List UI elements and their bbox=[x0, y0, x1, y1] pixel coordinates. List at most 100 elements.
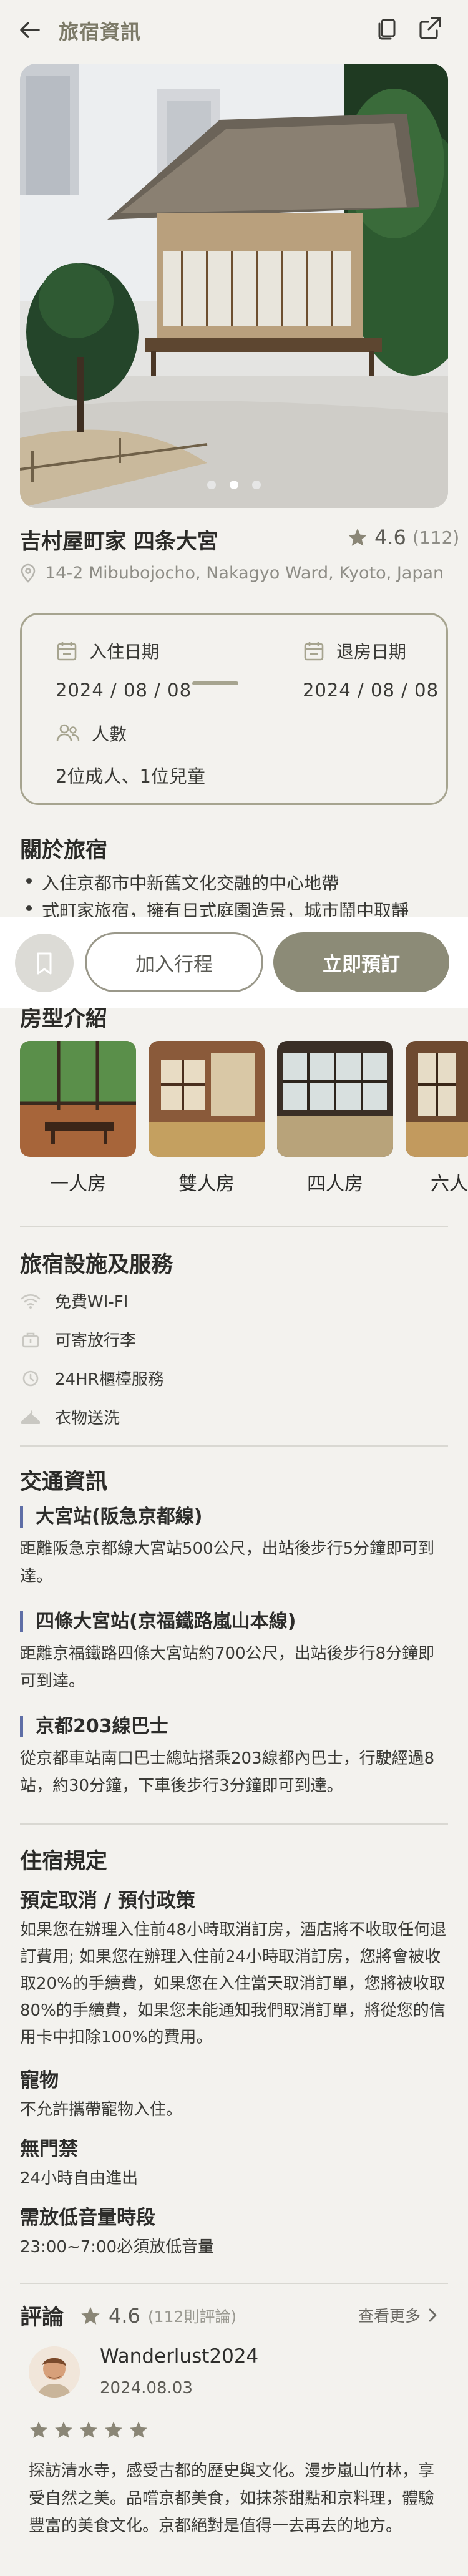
rule-desc: 24小時自由進出 bbox=[20, 2169, 139, 2188]
checkout-value[interactable]: 2024 / 08 / 08 bbox=[303, 680, 439, 701]
share-icon[interactable] bbox=[417, 15, 443, 41]
carousel-dot[interactable] bbox=[252, 481, 261, 489]
guests-field[interactable]: 人數 bbox=[56, 721, 127, 746]
review-text: 探訪清水寺，感受古都的歷史與文化。漫步嵐山竹林，享受自然之美。品嚐京都美食，如抹… bbox=[29, 2462, 435, 2535]
review-date: 2024.08.03 bbox=[100, 2379, 193, 2398]
add-to-itinerary-button[interactable]: 加入行程 bbox=[85, 932, 263, 992]
facility-item: 免費WI-FI bbox=[20, 1289, 128, 1312]
room-card[interactable]: 雙人房 bbox=[149, 1041, 265, 1196]
star-icon bbox=[105, 2421, 122, 2438]
carousel-dot[interactable] bbox=[207, 481, 216, 489]
carousel-dot-active[interactable] bbox=[230, 481, 238, 489]
bookmark-icon bbox=[37, 952, 52, 975]
facility-label: 24HR櫃檯服務 bbox=[55, 1370, 164, 1389]
reviews-title: 評論 bbox=[20, 2305, 64, 2330]
star-icon bbox=[81, 2306, 100, 2325]
rule-desc: 如果您在辦理入住前48小時取消訂房，酒店將不收取任何退訂費用; 如果您在辦理入住… bbox=[20, 1921, 447, 2047]
room-photo bbox=[277, 1041, 393, 1157]
reviews-header: 評論 4.6 (112則評論) bbox=[20, 2300, 236, 2331]
room-name: 一人房 bbox=[50, 1173, 106, 1195]
divider bbox=[20, 1226, 448, 1227]
calendar-icon bbox=[57, 642, 77, 661]
transport-title: 交通資訊 bbox=[20, 1470, 108, 1495]
star-icon bbox=[80, 2421, 97, 2438]
checkin-field[interactable]: 入住日期 bbox=[56, 638, 159, 663]
page-title: 旅宿資訊 bbox=[59, 20, 142, 44]
room-photo bbox=[149, 1041, 265, 1157]
calendar-icon bbox=[304, 642, 324, 661]
divider bbox=[20, 1445, 448, 1447]
room-photo bbox=[20, 1041, 136, 1157]
about-item: 入住京都市中新舊文化交融的中心地帶 bbox=[26, 870, 339, 895]
rating-count: (112) bbox=[412, 527, 460, 548]
room-card[interactable]: 一人房 bbox=[20, 1041, 136, 1196]
checkout-label: 退房日期 bbox=[336, 642, 407, 662]
bookmark-button[interactable] bbox=[15, 934, 74, 992]
carousel-indicator bbox=[0, 481, 468, 493]
room-name: 四人房 bbox=[307, 1173, 363, 1195]
transport-station-name: 大宮站(阪急京都線) bbox=[20, 1506, 202, 1528]
facility-item: 24HR櫃檯服務 bbox=[20, 1367, 164, 1390]
transport-station-desc: 距離阪急京都線大宮站500公尺，出站後步行5分鐘即可到達。 bbox=[20, 1539, 435, 1586]
transport-station-name: 四條大宮站(京福鐵路嵐山本線) bbox=[20, 1611, 296, 1632]
rating-value: 4.6 bbox=[374, 525, 406, 549]
see-more-label: 查看更多 bbox=[358, 2307, 421, 2325]
facility-label: 可寄放行李 bbox=[55, 1332, 137, 1350]
rule-name: 寵物 bbox=[20, 2069, 59, 2092]
hotel-rating[interactable]: 4.6 (112) bbox=[347, 525, 459, 549]
rules-title: 住宿規定 bbox=[20, 1849, 108, 1874]
checkin-value[interactable]: 2024 / 08 / 08 bbox=[56, 680, 192, 701]
room-name: 雙人房 bbox=[178, 1173, 235, 1195]
guests-value[interactable]: 2位成人、1位兒童 bbox=[56, 762, 205, 788]
room-photo bbox=[406, 1041, 468, 1157]
divider bbox=[20, 2283, 448, 2284]
chevron-right-icon bbox=[429, 2308, 437, 2322]
checkin-label: 入住日期 bbox=[89, 642, 160, 662]
divider bbox=[20, 1823, 448, 1825]
rule-desc: 不允許攜帶寵物入住。 bbox=[20, 2100, 183, 2119]
checkout-field[interactable]: 退房日期 bbox=[303, 638, 406, 663]
rule-name: 預定取消 / 預付政策 bbox=[20, 1890, 195, 1912]
room-type-list[interactable]: 一人房 雙人房 四人房 六人房 bbox=[20, 1041, 468, 1196]
rule-name: 需放低音量時段 bbox=[20, 2207, 155, 2229]
star-icon bbox=[30, 2421, 47, 2438]
top-bar: 旅宿資訊 bbox=[0, 0, 468, 59]
facility-label: 衣物送洗 bbox=[55, 1409, 120, 1428]
reviews-count: (112則評論) bbox=[147, 2307, 237, 2326]
hotel-photo-carousel[interactable] bbox=[20, 64, 448, 508]
facility-label: 免費WI-FI bbox=[55, 1293, 129, 1312]
room-name: 六人房 bbox=[431, 1173, 468, 1195]
wifi-icon bbox=[20, 1292, 41, 1310]
guests-label: 人數 bbox=[92, 724, 127, 744]
reviewer-avatar[interactable] bbox=[29, 2346, 80, 2398]
facilities-title: 旅宿設施及服務 bbox=[20, 1252, 173, 1277]
star-icon bbox=[130, 2421, 147, 2438]
transport-station-desc: 距離京福鐵路四條大宮站約700公尺，出站後步行8分鐘即可到達。 bbox=[20, 1644, 435, 1690]
rule-desc: 23:00~7:00必須放低音量 bbox=[20, 2238, 215, 2256]
laundry-icon bbox=[20, 1408, 41, 1427]
book-now-button[interactable]: 立即預訂 bbox=[273, 932, 449, 992]
transport-station-desc: 從京都車站南口巴士總站搭乘203線都內巴士，行駛經過8站，約30分鐘，下車後步行… bbox=[20, 1749, 435, 1795]
hotel-address[interactable]: 14-2 Mibubojocho, Nakagyo Ward, Kyoto, J… bbox=[20, 563, 444, 583]
location-pin-icon bbox=[21, 564, 36, 583]
date-range-separator bbox=[192, 681, 238, 685]
room-card[interactable]: 四人房 bbox=[277, 1041, 393, 1196]
people-icon bbox=[56, 724, 80, 742]
reviewer-name: Wanderlust2024 bbox=[100, 2345, 259, 2368]
copy-icon[interactable] bbox=[374, 16, 399, 41]
facility-item: 可寄放行李 bbox=[20, 1328, 136, 1351]
back-arrow-icon[interactable] bbox=[17, 17, 42, 42]
reviews-rating: 4.6 bbox=[109, 2303, 140, 2328]
room-card[interactable]: 六人房 bbox=[406, 1041, 468, 1196]
see-more-reviews-link[interactable]: 查看更多 bbox=[358, 2304, 438, 2326]
about-item-text: 入住京都市中新舊文化交融的中心地帶 bbox=[42, 873, 339, 894]
booking-details-card[interactable]: 入住日期 2024 / 08 / 08 退房日期 2024 / 08 / 08 … bbox=[20, 613, 448, 805]
hotel-name: 吉村屋町家 四条大宮 bbox=[20, 529, 218, 554]
luggage-icon bbox=[20, 1330, 41, 1349]
about-title: 關於旅宿 bbox=[20, 838, 108, 863]
rule-name: 無門禁 bbox=[20, 2138, 78, 2160]
clock-icon bbox=[20, 1369, 41, 1388]
address-text: 14-2 Mibubojocho, Nakagyo Ward, Kyoto, J… bbox=[45, 563, 444, 583]
facility-item: 衣物送洗 bbox=[20, 1405, 120, 1428]
star-icon bbox=[348, 528, 367, 546]
